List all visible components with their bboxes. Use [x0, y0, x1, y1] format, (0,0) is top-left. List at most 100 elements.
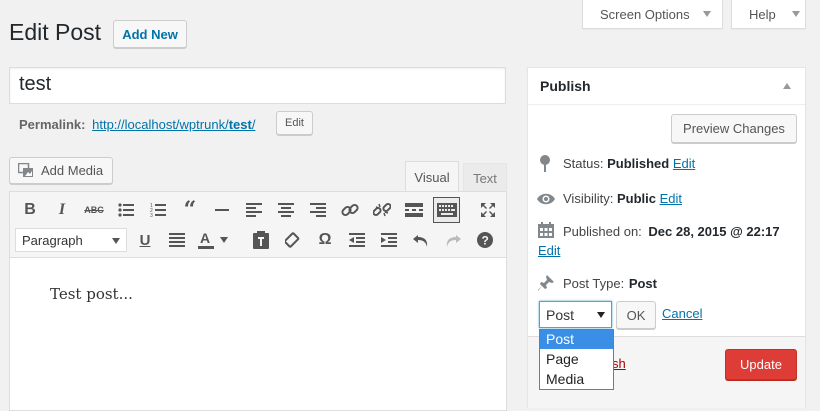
link-icon — [341, 203, 359, 217]
permalink-link[interactable]: http://localhost/wptrunk/test/ — [92, 117, 255, 132]
horizontal-line-button[interactable] — [211, 199, 233, 221]
published-edit-link[interactable]: Edit — [538, 243, 560, 258]
bold-button[interactable]: B — [19, 199, 41, 221]
numbered-list-icon: 123 — [150, 203, 166, 217]
outdent-button[interactable] — [346, 229, 368, 251]
chevron-down-icon — [112, 238, 120, 244]
post-type-row: Post Type: Post — [563, 276, 657, 291]
fullscreen-icon — [481, 203, 495, 217]
publish-title: Publish — [540, 78, 591, 94]
align-center-button[interactable] — [275, 199, 297, 221]
visibility-edit-link[interactable]: Edit — [660, 191, 682, 206]
align-right-button[interactable] — [307, 199, 329, 221]
add-new-button[interactable]: Add New — [113, 20, 187, 48]
media-icon — [18, 163, 33, 177]
post-type-dropdown: Post Page Media — [539, 329, 614, 390]
read-more-icon — [405, 203, 423, 217]
svg-text:3: 3 — [150, 213, 153, 217]
post-title-input[interactable]: test — [9, 67, 506, 104]
eraser-icon — [285, 232, 300, 248]
clipboard-icon — [253, 231, 269, 249]
italic-button[interactable]: I — [51, 199, 73, 221]
move-to-trash-link[interactable]: sh — [612, 356, 626, 371]
undo-icon — [413, 235, 428, 247]
svg-text:?: ? — [482, 234, 489, 248]
unlink-icon — [373, 202, 391, 217]
published-date: Dec 28, 2015 @ 22:17 — [648, 224, 780, 239]
published-on-row: Published on: Dec 28, 2015 @ 22:17 — [563, 224, 780, 239]
align-right-icon — [310, 203, 326, 217]
bullet-list-icon — [118, 203, 134, 217]
redo-icon — [446, 235, 461, 247]
strikethrough-button[interactable]: ABC — [83, 199, 105, 221]
undo-button[interactable] — [410, 229, 432, 251]
chevron-down-icon — [791, 11, 800, 17]
bullet-list-button[interactable] — [115, 199, 137, 221]
pushpin-icon — [538, 275, 554, 291]
paste-text-button[interactable] — [250, 229, 272, 251]
screen-options-tab[interactable]: Screen Options — [582, 0, 723, 29]
status-edit-link[interactable]: Edit — [673, 156, 695, 171]
calendar-icon — [538, 222, 554, 238]
numbered-list-button[interactable]: 123 — [147, 199, 169, 221]
align-left-button[interactable] — [243, 199, 265, 221]
text-color-button[interactable]: A — [198, 229, 234, 251]
clear-formatting-button[interactable] — [282, 229, 304, 251]
help-button[interactable]: ? — [474, 229, 496, 251]
underline-button[interactable]: U — [134, 229, 156, 251]
align-left-icon — [246, 203, 262, 217]
tab-visual[interactable]: Visual — [405, 161, 459, 192]
indent-icon — [381, 233, 397, 247]
status-value: Published — [607, 156, 670, 171]
insert-link-button[interactable] — [339, 199, 361, 221]
permalink-label: Permalink: — [19, 117, 86, 132]
editor-toolbar: B I ABC 123 “ Paragraph U A Ω ? — [10, 192, 506, 258]
visibility-value: Public — [616, 191, 656, 206]
svg-text:A: A — [200, 231, 210, 246]
option-page[interactable]: Page — [540, 349, 613, 369]
post-type-value: Post — [628, 276, 657, 291]
editor-container: B I ABC 123 “ Paragraph U A Ω ? Test pos… — [9, 191, 507, 411]
post-type-select[interactable]: Post — [539, 301, 612, 328]
chevron-down-icon — [220, 237, 228, 243]
redo-button[interactable] — [442, 229, 464, 251]
help-icon: ? — [477, 232, 493, 248]
editor-content[interactable]: Test post... — [50, 285, 133, 303]
indent-button[interactable] — [378, 229, 400, 251]
update-button[interactable]: Update — [725, 349, 797, 380]
status-row: Status: Published Edit — [563, 156, 696, 171]
special-character-button[interactable]: Ω — [314, 229, 336, 251]
chevron-down-icon — [702, 11, 711, 17]
option-media[interactable]: Media — [540, 369, 613, 389]
justify-button[interactable] — [166, 229, 188, 251]
fullscreen-button[interactable] — [477, 199, 499, 221]
publish-box-header[interactable]: Publish — [528, 68, 805, 105]
post-type-ok-button[interactable]: OK — [616, 301, 656, 329]
pin-icon — [540, 155, 550, 172]
format-select[interactable]: Paragraph — [15, 228, 127, 252]
collapse-toggle-icon[interactable] — [783, 83, 791, 89]
justify-icon — [169, 233, 185, 247]
post-type-cancel-link[interactable]: Cancel — [662, 306, 702, 321]
option-post[interactable]: Post — [540, 330, 613, 349]
horizontal-line-icon — [215, 209, 229, 211]
preview-changes-button[interactable]: Preview Changes — [671, 114, 797, 143]
read-more-button[interactable] — [403, 199, 425, 221]
align-center-icon — [278, 203, 294, 217]
tab-text[interactable]: Text — [463, 163, 507, 192]
outdent-icon — [349, 233, 365, 247]
page-title: Edit Post — [9, 19, 102, 45]
help-tab[interactable]: Help — [731, 0, 806, 29]
eye-icon — [537, 193, 555, 205]
keyboard-icon — [436, 203, 457, 217]
permalink-row: Permalink: http://localhost/wptrunk/test… — [19, 117, 255, 132]
blockquote-button[interactable]: “ — [179, 197, 201, 223]
text-color-icon: A — [198, 231, 214, 249]
publish-box: Publish Preview Changes Status: Publishe… — [527, 67, 806, 408]
visibility-row: Visibility: Public Edit — [563, 191, 683, 206]
toolbar-toggle-button[interactable] — [433, 197, 460, 223]
permalink-edit-button[interactable]: Edit — [276, 111, 313, 135]
add-media-button[interactable]: Add Media — [9, 157, 113, 184]
remove-link-button[interactable] — [371, 199, 393, 221]
chevron-down-icon — [597, 312, 605, 318]
